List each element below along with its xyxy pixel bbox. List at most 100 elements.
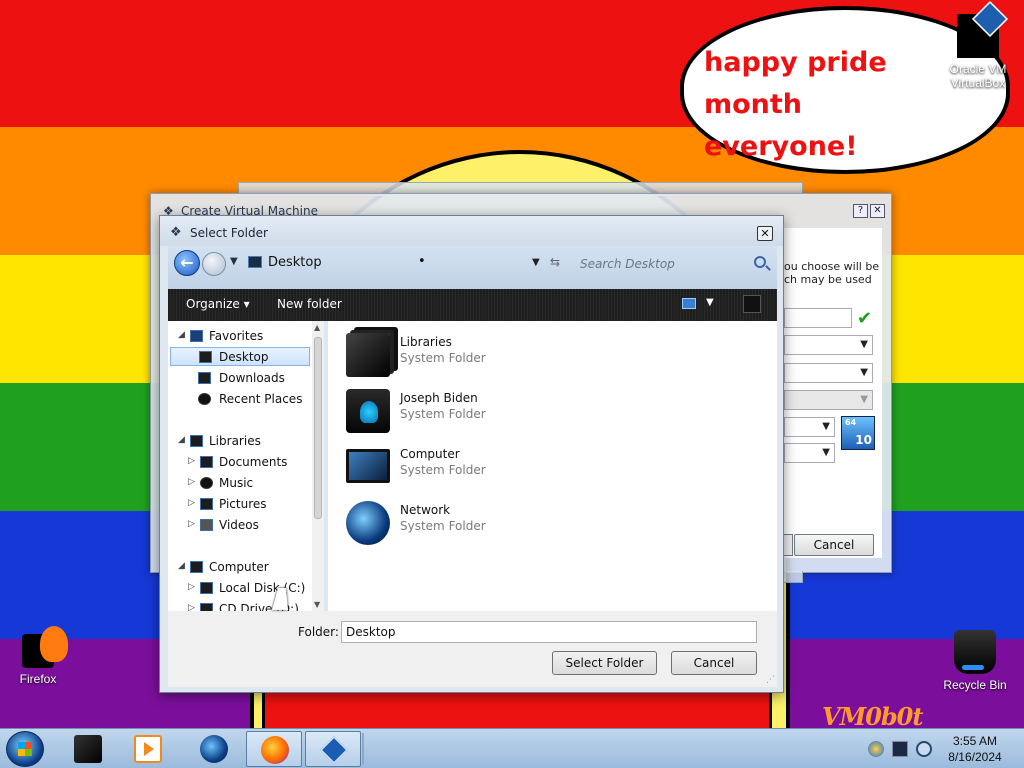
os-version-select[interactable]: ▼ [784,443,835,463]
navigation-scrollbar[interactable]: ▲ ▼ [312,321,324,611]
file-item-user-folder[interactable]: Joseph Biden System Folder [338,385,598,435]
close-button[interactable]: ✕ [757,226,773,241]
refresh-icon[interactable]: ⇆ [550,255,560,269]
chevron-down-icon: ▼ [860,367,868,378]
desktop-icon-label: Oracle VM VirtualBox [949,62,1007,90]
taskbar-firefox[interactable] [246,731,302,767]
create-vm-title-buttons: ? ✕ [853,204,885,218]
tree-item-label: Pictures [219,497,267,511]
desktop-icon-recycle-bin[interactable]: Recycle Bin [937,630,1013,692]
resize-grip-icon[interactable]: ⋰ [766,675,775,685]
desktop-icon-firefox[interactable]: Firefox [0,626,76,686]
edition-select[interactable]: ▼ [784,363,873,383]
start-button[interactable] [6,731,44,767]
file-type: System Folder [400,519,486,533]
clock[interactable]: 3:55 AM 8/16/2024 [940,733,1010,765]
recent-pages-dropdown[interactable]: ▼ [230,256,238,267]
tree-item-desktop[interactable]: Desktop [170,347,310,366]
tree-item-videos[interactable]: ▷ Videos [168,516,308,535]
organize-button[interactable]: Organize ▾ [186,297,250,311]
back-button[interactable]: ← [174,250,200,276]
desktop-icon [248,256,262,268]
new-folder-button[interactable]: New folder [277,297,342,311]
select-folder-dialog[interactable]: ❖ Select Folder ✕ ← ▼ Desktop • ▼ ⇆ Sear… [159,215,784,693]
address-bar[interactable]: Desktop • ▼ [242,250,540,276]
tree-item-label: Computer [209,560,269,574]
tree-item-label: Music [219,476,254,490]
create-vm-hint: ou choose will be ch may be used [784,260,880,286]
view-dropdown[interactable]: ▼ [706,297,714,308]
expand-icon[interactable]: ▷ [188,456,195,466]
user-folder-icon [346,389,390,433]
clock-time: 3:55 AM [952,734,998,748]
expand-icon[interactable]: ▷ [188,519,195,529]
tree-item-favorites[interactable]: ◢ Favorites [168,327,308,346]
file-item-computer[interactable]: Computer System Folder [338,441,598,491]
folder-field[interactable]: Desktop [341,621,757,643]
navigation-pane: ◢ Favorites Desktop Downloads Recent Pla… [168,321,324,611]
select-folder-button[interactable]: Select Folder [552,651,657,675]
expand-icon[interactable]: ▷ [188,582,195,592]
create-vm-cancel-button[interactable]: Cancel [794,534,874,556]
close-button[interactable]: ✕ [870,204,885,218]
network-icon[interactable] [892,741,908,757]
tree-item-music[interactable]: ▷ Music [168,474,308,493]
search-input[interactable]: Search Desktop [580,257,675,271]
expand-icon[interactable]: ▷ [188,498,195,508]
vm-folder-field[interactable] [784,308,852,328]
scroll-down-icon[interactable]: ▼ [314,600,320,609]
expand-icon[interactable]: ▷ [188,603,195,611]
firefox-icon [22,626,68,668]
recent-places-icon [198,393,211,405]
forward-button[interactable] [202,252,226,276]
tree-item-pictures[interactable]: ▷ Pictures [168,495,308,514]
taskbar-media-player[interactable] [120,731,176,767]
scroll-up-icon[interactable]: ▲ [314,323,320,332]
os-type-select[interactable]: ▼ [784,417,835,437]
collapse-icon[interactable]: ◢ [178,561,185,571]
tree-item-libraries[interactable]: ◢ Libraries [168,432,308,451]
videos-icon [200,519,213,531]
watermark-text: VM0b0t [822,702,923,731]
drive-icon [200,582,213,594]
computer-icon [346,449,390,483]
collapse-icon[interactable]: ◢ [178,435,185,445]
search-box[interactable]: Search Desktop [572,250,772,276]
cancel-button[interactable]: Cancel [671,651,757,675]
tree-item-downloads[interactable]: Downloads [168,369,308,388]
desktop-icon [199,351,212,363]
tree-item-computer[interactable]: ◢ Computer [168,558,308,577]
explorer-icon [74,735,102,763]
volume-icon[interactable] [916,741,932,757]
preview-pane-button[interactable] [743,295,761,313]
star-icon [190,330,203,342]
address-dropdown[interactable]: ▼ [532,257,540,268]
file-type: System Folder [400,351,486,365]
desktop-icon-label: Recycle Bin [943,678,1007,692]
tree-item-documents[interactable]: ▷ Documents [168,453,308,472]
dialog-titlebar[interactable]: ❖ Select Folder ✕ [160,216,783,246]
iso-image-select[interactable]: ▼ [784,335,873,355]
tree-item-label: Videos [219,518,259,532]
disabled-select: ▼ [784,390,873,410]
tree-item-recent-places[interactable]: Recent Places [168,390,308,409]
dialog-footer: Folder: Desktop Select Folder Cancel ⋰ [168,611,777,687]
file-item-network[interactable]: Network System Folder [338,497,598,547]
collapse-icon[interactable]: ◢ [178,330,185,340]
search-icon[interactable] [754,256,766,268]
chevron-down-icon: ▼ [822,447,830,458]
taskbar-explorer[interactable] [60,731,116,767]
tray-app-icon[interactable] [868,741,884,757]
clock-date: 8/16/2024 [948,750,1002,764]
command-bar: Organize ▾ New folder ▼ [168,289,777,321]
scrollbar-thumb[interactable] [314,337,322,519]
taskbar-virtualbox[interactable] [305,731,361,767]
view-icon[interactable] [682,298,696,309]
desktop-icon-virtualbox[interactable]: Oracle VM VirtualBox [940,14,1016,90]
expand-icon[interactable]: ▷ [188,477,195,487]
help-button[interactable]: ? [853,204,868,218]
breadcrumb-separator[interactable]: • [418,254,426,269]
chevron-down-icon: ▼ [822,421,830,432]
taskbar-browser[interactable] [186,731,242,767]
file-item-libraries[interactable]: Libraries System Folder [338,329,598,379]
